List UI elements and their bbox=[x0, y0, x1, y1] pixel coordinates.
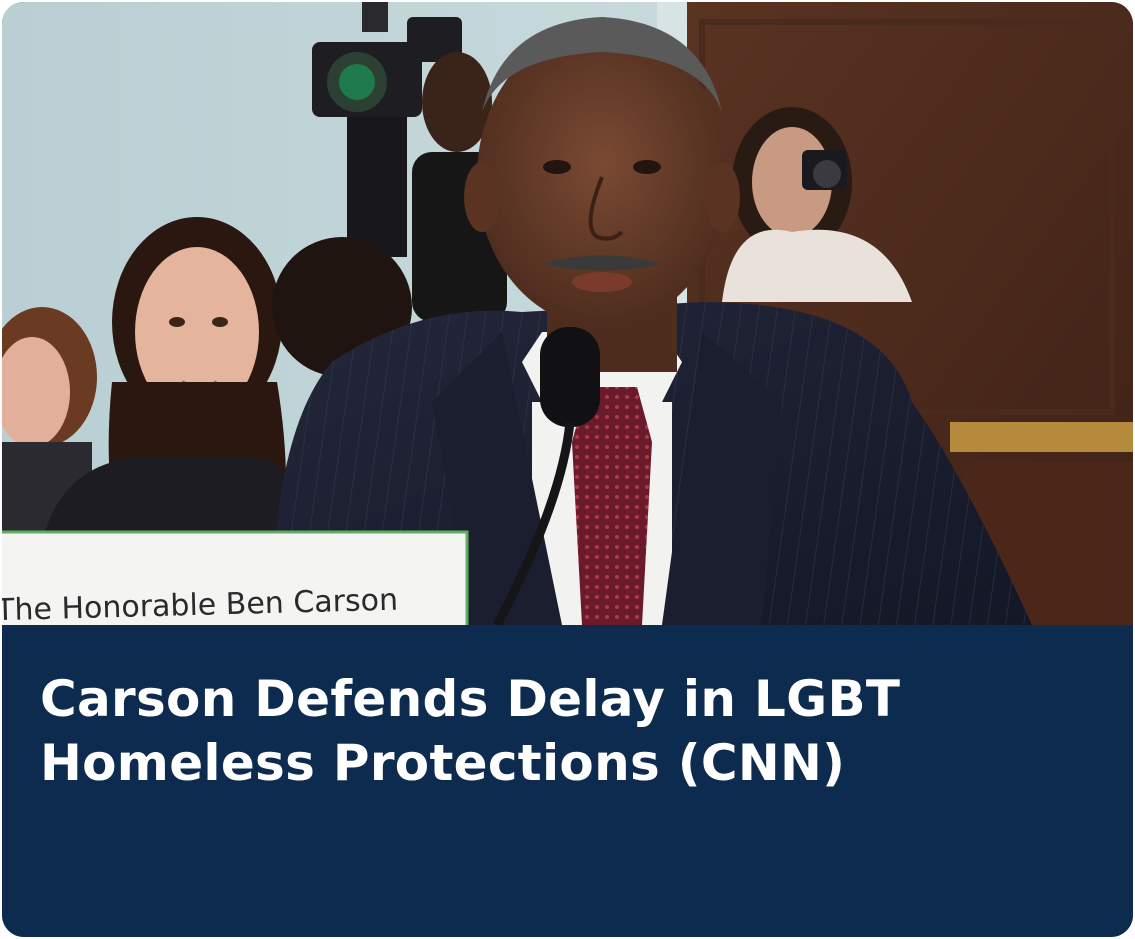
news-photo: The Honorable Ben Carson bbox=[2, 2, 1133, 625]
news-card[interactable]: The Honorable Ben Carson Carson Defends … bbox=[2, 2, 1133, 937]
caption-panel: Carson Defends Delay in LGBT Homeless Pr… bbox=[2, 625, 1133, 937]
headline[interactable]: Carson Defends Delay in LGBT Homeless Pr… bbox=[40, 667, 1060, 795]
name-plate: The Honorable Ben Carson bbox=[2, 530, 469, 625]
